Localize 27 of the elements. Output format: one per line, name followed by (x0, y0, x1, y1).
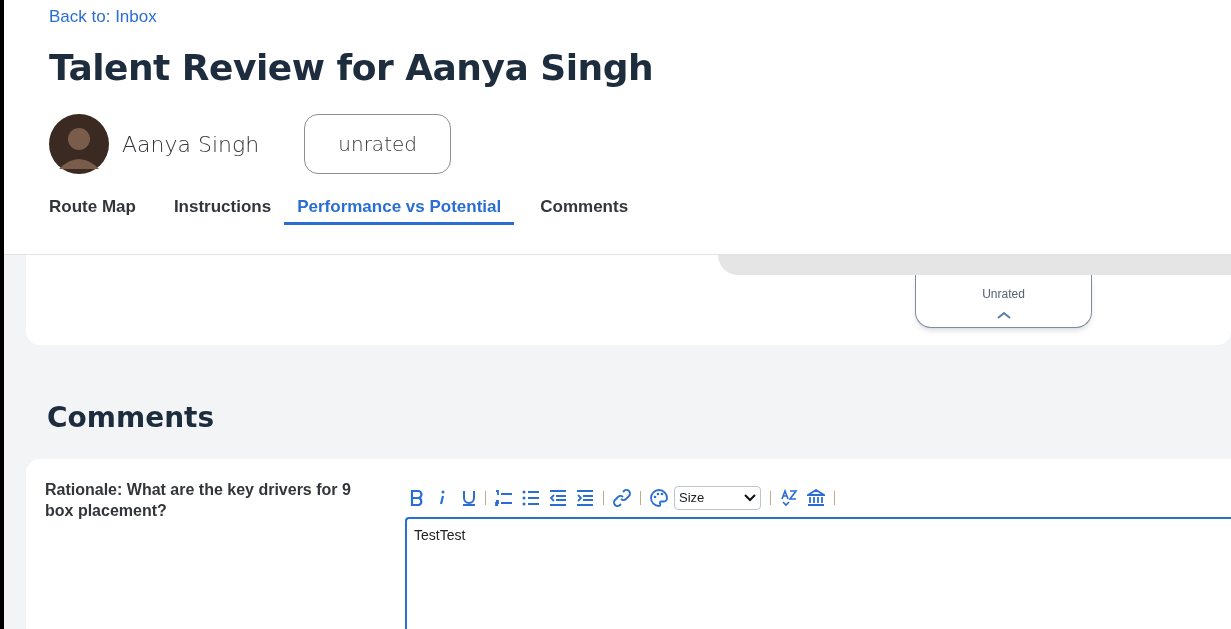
outdent-icon[interactable] (549, 490, 567, 506)
collapse-icon[interactable] (996, 311, 1011, 319)
bullet-list-icon[interactable] (522, 490, 540, 506)
comment-field[interactable]: TestTest (405, 517, 1231, 629)
rating-badge: unrated (304, 114, 452, 174)
sort-az-icon[interactable] (780, 489, 798, 507)
back-link[interactable]: Back to: Inbox (49, 4, 1231, 26)
italic-icon[interactable] (437, 490, 447, 506)
tab[interactable]: Comments (514, 191, 629, 225)
link-icon[interactable] (613, 489, 631, 507)
page-title: Talent Review for Aanya Singh (49, 46, 655, 90)
chevron-down-icon (744, 494, 756, 502)
tab[interactable]: Instructions (160, 191, 285, 225)
rating-label: Unrated (982, 286, 1025, 303)
numbered-list-icon[interactable] (495, 490, 513, 506)
tab[interactable]: Performance vs Potential (284, 191, 515, 225)
underline-icon[interactable] (462, 490, 476, 506)
size-select[interactable]: Size (674, 486, 761, 510)
indent-icon[interactable] (576, 490, 594, 506)
employee-name: Aanya Singh (122, 130, 260, 159)
question-label: Rationale: What are the key drivers for 9 box placement? (45, 480, 352, 521)
avatar-placeholder (49, 114, 109, 174)
bank-icon[interactable] (807, 489, 825, 507)
tab[interactable]: Route Map (49, 191, 161, 225)
bold-icon[interactable] (410, 490, 424, 506)
section-heading: Comments (47, 400, 216, 436)
palette-icon[interactable] (650, 489, 668, 507)
